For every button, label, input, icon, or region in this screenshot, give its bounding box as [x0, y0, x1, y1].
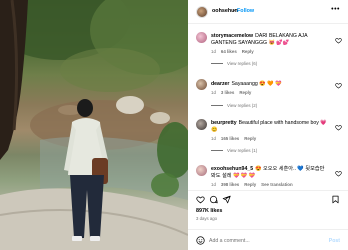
view-replies-label: View replies (1) [227, 148, 258, 153]
comment-meta: 1d 64 likes Reply [211, 49, 259, 54]
like-comment-icon[interactable] [335, 170, 342, 177]
comment-content: storymacemelow DARI BELAKANG AJA GANTENG … [211, 33, 329, 46]
replies-line [211, 63, 223, 65]
comment-likes[interactable]: 398 likes [221, 182, 239, 187]
comment-icon[interactable] [209, 195, 218, 204]
comment-content: exoohsehun94_5 😍 오오오 세훈아.. 💙 뒷모습만 봐도 설레 💝… [211, 166, 329, 179]
commenter-username[interactable]: dearzer [211, 81, 229, 87]
comments-list[interactable]: storymacemelow DARI BELAKANG AJA GANTENG … [188, 24, 348, 188]
post-action-bar [188, 190, 348, 204]
comment-time: 1d [211, 136, 216, 141]
post-header: oohsehun • Follow ••• [188, 0, 348, 24]
like-comment-icon[interactable] [335, 82, 342, 89]
add-comment-bar: Post [188, 229, 348, 250]
view-replies-label: View replies (6) [227, 61, 258, 66]
like-comment-icon[interactable] [335, 37, 342, 44]
comment-time: 1d [211, 182, 216, 187]
replies-line [211, 105, 223, 107]
author-avatar[interactable] [196, 6, 208, 18]
see-translation-button[interactable]: See translation [261, 182, 292, 187]
share-icon[interactable] [222, 195, 231, 204]
comment-content: beurpretty Beautiful place with handsome … [211, 120, 329, 133]
photo-scene [0, 0, 188, 250]
comment-time: 1d [211, 49, 216, 54]
reply-button[interactable]: Reply [244, 136, 256, 141]
post-side-panel: oohsehun • Follow ••• storymacemelow DARI… [188, 0, 348, 250]
replies-line [211, 150, 223, 152]
comment-text: Sayaaangg 😍 🧡 💝 [231, 81, 282, 87]
post-comment-button[interactable]: Post [329, 238, 340, 244]
view-replies-button[interactable]: View replies (1) [211, 148, 257, 153]
reply-button[interactable]: Reply [244, 182, 256, 187]
commenter-avatar[interactable] [196, 119, 207, 130]
view-replies-button[interactable]: View replies (6) [211, 61, 257, 66]
view-replies-label: View replies (2) [227, 103, 258, 108]
commenter-username[interactable]: storymacemelow [211, 33, 253, 39]
emoji-icon[interactable] [196, 236, 205, 245]
more-options-icon[interactable]: ••• [331, 6, 340, 13]
post-timestamp: 3 days ago [196, 216, 218, 221]
view-replies-button[interactable]: View replies (2) [211, 103, 257, 108]
separator-dot: • [233, 8, 235, 14]
post-photo[interactable] [0, 0, 188, 250]
comment-likes[interactable]: 64 likes [221, 49, 237, 54]
commenter-avatar[interactable] [196, 165, 207, 176]
comment-time: 1d [211, 90, 216, 95]
like-comment-icon[interactable] [335, 124, 342, 131]
comment-content: dearzer Sayaaangg 😍 🧡 💝 [211, 81, 329, 88]
commenter-avatar[interactable] [196, 79, 207, 90]
reply-button[interactable]: Reply [239, 90, 251, 95]
comment-meta: 1d 398 likes Reply See translation [211, 182, 298, 187]
commenter-username[interactable]: beurpretty [211, 120, 237, 126]
save-bookmark-icon[interactable] [331, 195, 340, 204]
comment-likes[interactable]: 3 likes [221, 90, 234, 95]
comment-meta: 1d 3 likes Reply [211, 90, 256, 95]
post-likes-count[interactable]: 897K likes [196, 208, 222, 214]
commenter-username[interactable]: exoohsehun94_5 [211, 166, 253, 172]
reply-button[interactable]: Reply [242, 49, 254, 54]
add-comment-input[interactable] [209, 235, 319, 246]
like-icon[interactable] [196, 195, 205, 204]
comment-meta: 1d 165 likes Reply [211, 136, 261, 141]
follow-button[interactable]: Follow [237, 8, 254, 14]
comment-likes[interactable]: 165 likes [221, 136, 239, 141]
commenter-avatar[interactable] [196, 32, 207, 43]
